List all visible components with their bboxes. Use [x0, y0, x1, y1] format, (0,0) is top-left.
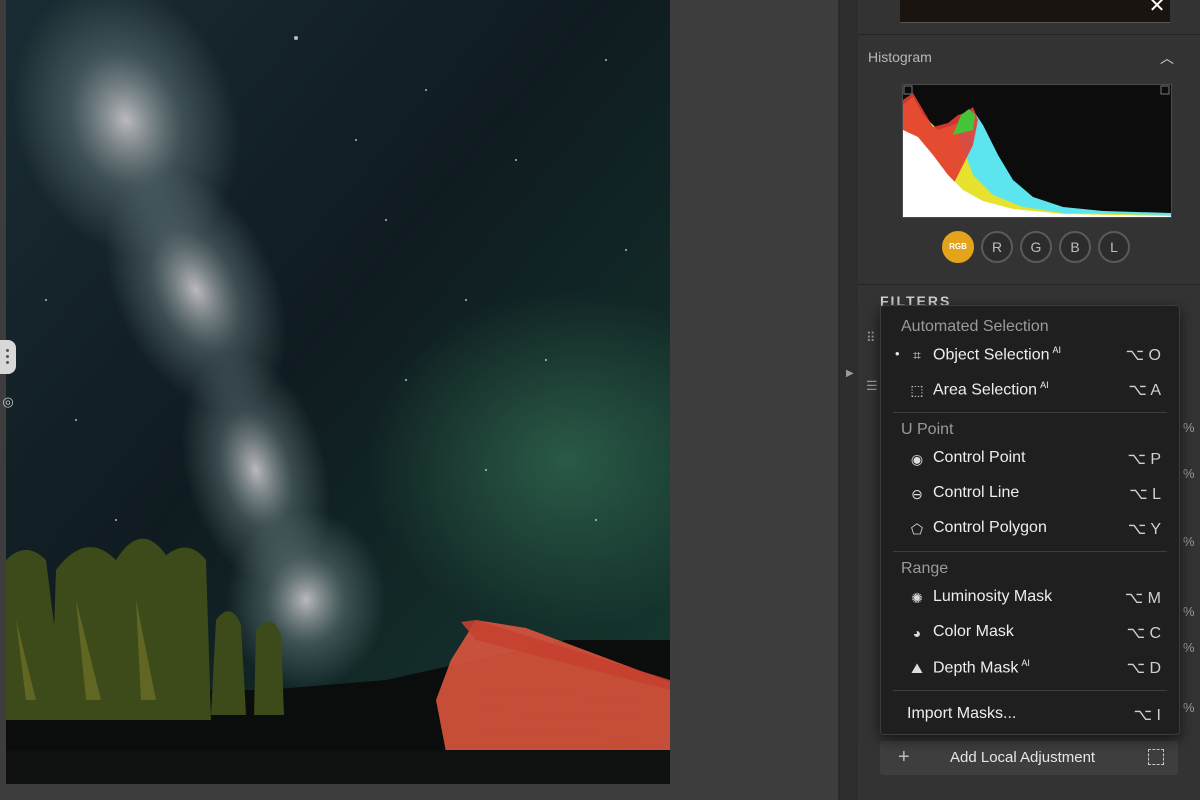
local-adjustment-menu: Automated Selection • ⌗ Object Selection… [880, 305, 1180, 735]
section-automated-selection: Automated Selection [901, 318, 1049, 335]
menu-item-control-line[interactable]: ⊖ Control Line ⌥ L [881, 479, 1179, 509]
section-u-point: U Point [901, 421, 954, 438]
selected-bullet-icon: • [895, 346, 900, 361]
menu-item-control-polygon[interactable]: ⬠ Control Polygon ⌥ Y [881, 514, 1179, 544]
menu-item-luminosity-mask[interactable]: ✺ Luminosity Mask ⌥ M [881, 583, 1179, 613]
control-polygon-label: Control Polygon [933, 519, 1047, 536]
ai-badge: AI [1052, 345, 1062, 355]
list-icon[interactable]: ☰ [866, 378, 878, 394]
divider [893, 690, 1167, 691]
histogram-graph [902, 84, 1172, 218]
control-point-label: Control Point [933, 449, 1026, 466]
selection-icon[interactable] [1148, 749, 1164, 765]
menu-item-control-point[interactable]: ◉ Control Point ⌥ P [881, 444, 1179, 474]
histogram-title: Histogram [868, 49, 932, 65]
shortcut: ⌥ I [1133, 707, 1161, 724]
control-point-icon: ◉ [910, 451, 924, 467]
shortcut: ⌥ D [1126, 660, 1161, 677]
shortcut: ⌥ P [1127, 451, 1161, 468]
divider [893, 412, 1167, 413]
channel-rgb-button[interactable]: RGB [942, 231, 974, 263]
navigator-thumbnail[interactable]: ✕ [900, 0, 1170, 23]
night-sky-image [6, 0, 670, 784]
luminosity-mask-label: Luminosity Mask [933, 588, 1053, 605]
plus-icon: + [898, 746, 910, 768]
ai-badge: AI [1021, 658, 1030, 668]
percent-icon: % [1183, 534, 1195, 549]
color-mask-icon: ◕ [912, 625, 922, 641]
add-local-adjustment-label: Add Local Adjustment [950, 749, 1096, 766]
play-icon[interactable]: ▶ [846, 368, 854, 379]
percent-icon: % [1183, 466, 1195, 481]
object-selection-icon: ⌗ [913, 347, 921, 363]
shortcut: ⌥ M [1124, 590, 1161, 607]
side-panel-handle[interactable] [0, 340, 16, 374]
percent-icon: % [1183, 640, 1195, 655]
channel-l-button[interactable]: L [1098, 231, 1130, 263]
close-icon[interactable]: ✕ [1144, 0, 1170, 18]
section-range: Range [901, 560, 949, 577]
menu-item-area-selection[interactable]: ⬚ Area Selection AI ⌥ A [881, 375, 1179, 405]
control-line-label: Control Line [933, 484, 1020, 501]
divider [858, 34, 1200, 35]
ai-badge: AI [1040, 380, 1049, 390]
shortcut: ⌥ L [1129, 486, 1161, 503]
percent-icon: % [1183, 700, 1195, 715]
channel-g-button[interactable]: G [1020, 231, 1052, 263]
menu-item-object-selection[interactable]: • ⌗ Object Selection AI ⌥ O [881, 340, 1179, 370]
compare-icon[interactable]: ◎ [0, 394, 16, 410]
menu-item-import-masks[interactable]: Import Masks... ⌥ I [881, 700, 1179, 730]
area-selection-label: Area Selection [933, 381, 1038, 399]
control-polygon-icon: ⬠ [910, 521, 924, 537]
shortcut: ⌥ A [1128, 382, 1161, 399]
shortcut: ⌥ O [1125, 347, 1161, 364]
percent-icon: % [1183, 420, 1195, 435]
channel-b-button[interactable]: B [1059, 231, 1091, 263]
luminosity-mask-icon: ✺ [911, 590, 923, 606]
drag-handle-icon[interactable]: ⠿ [866, 330, 876, 346]
chevron-up-icon[interactable]: ︿ [1160, 48, 1174, 68]
divider [858, 284, 1200, 285]
canvas-area: ◎ [0, 0, 838, 800]
menu-item-depth-mask[interactable]: ⛰ Depth Mask AI ⌥ D [881, 653, 1179, 683]
area-selection-icon: ⬚ [910, 382, 924, 398]
photo-preview[interactable] [6, 0, 670, 784]
percent-icon: % [1183, 604, 1195, 619]
depth-mask-icon: ⛰ [911, 660, 923, 676]
import-masks-label: Import Masks... [907, 705, 1017, 722]
divider [893, 551, 1167, 552]
object-selection-label: Object Selection [933, 346, 1050, 364]
shortcut: ⌥ Y [1127, 521, 1161, 538]
channel-r-button[interactable]: R [981, 231, 1013, 263]
color-mask-label: Color Mask [933, 623, 1014, 640]
depth-mask-label: Depth Mask [933, 659, 1019, 677]
shortcut: ⌥ C [1126, 625, 1161, 642]
control-line-icon: ⊖ [911, 486, 923, 502]
add-local-adjustment-button[interactable]: + Add Local Adjustment [880, 741, 1178, 775]
menu-item-color-mask[interactable]: ◕ Color Mask ⌥ C [881, 618, 1179, 648]
